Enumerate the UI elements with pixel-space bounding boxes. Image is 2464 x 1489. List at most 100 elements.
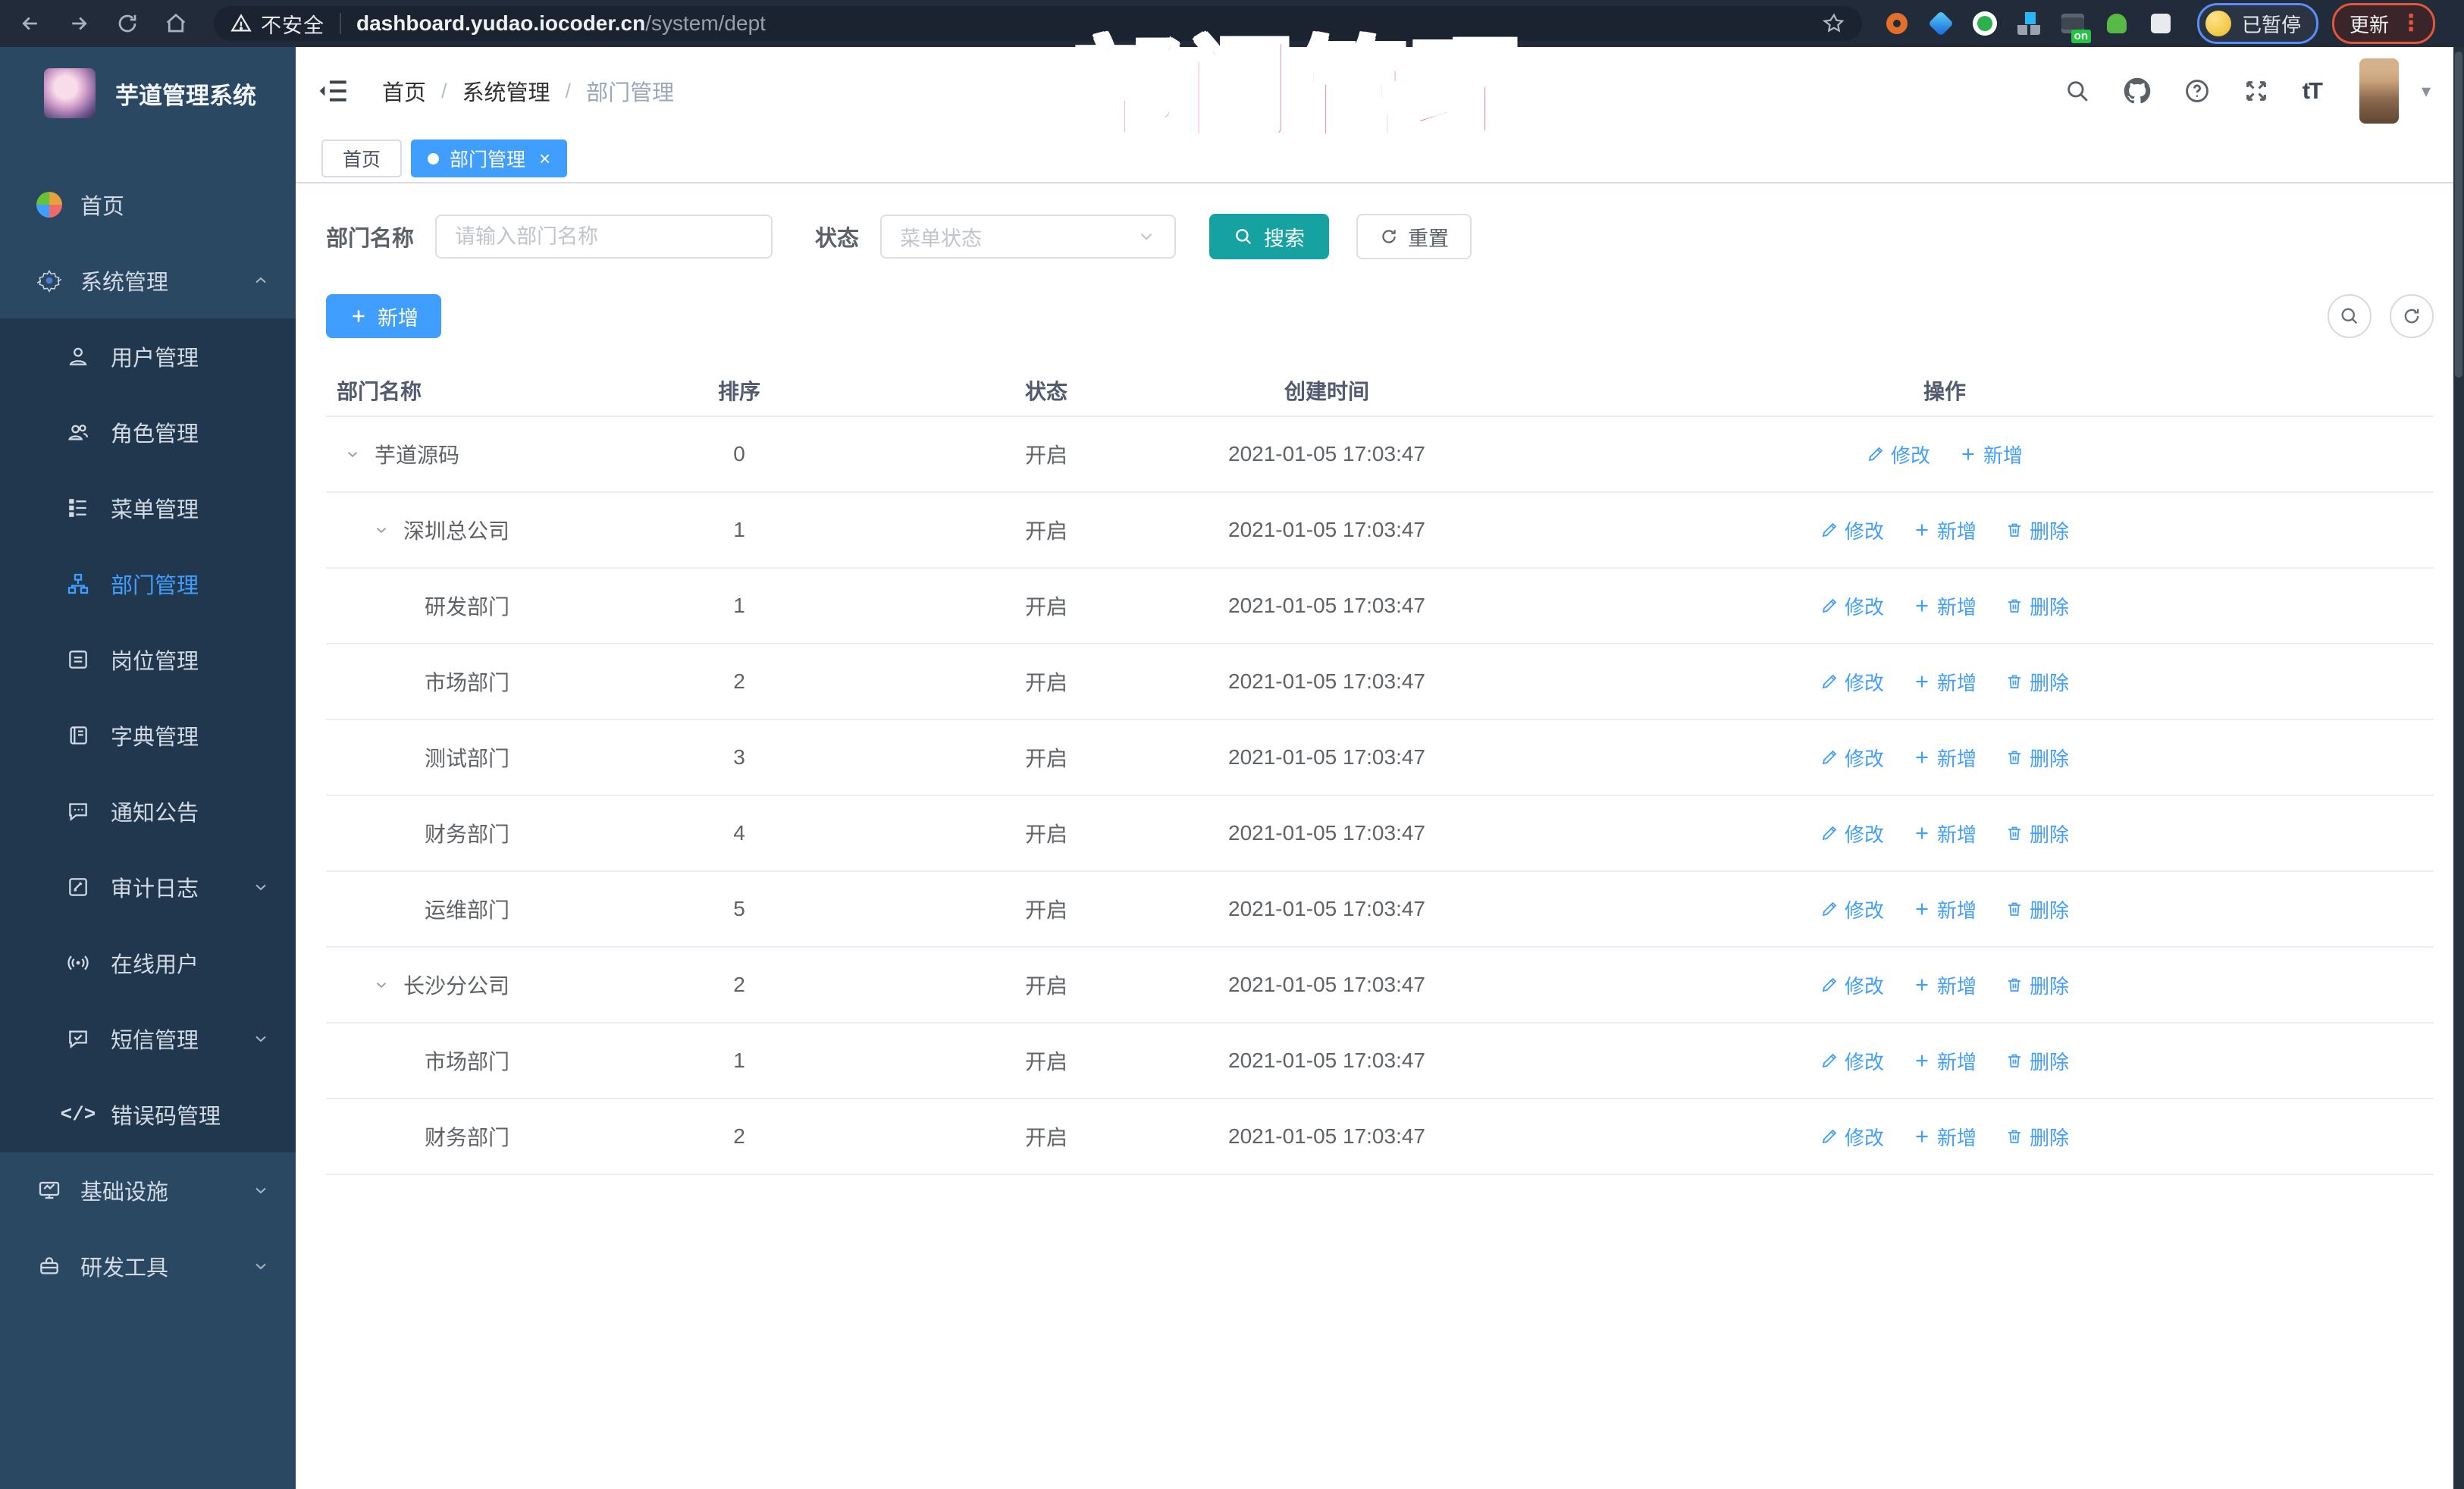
extension-switch-icon[interactable]: on [2059, 10, 2091, 43]
sidebar-item-11[interactable]: 短信管理 [0, 1001, 296, 1077]
op-delete-link[interactable]: 删除 [2005, 1047, 2069, 1075]
breadcrumb-system[interactable]: 系统管理 [462, 75, 550, 107]
fullscreen-icon[interactable] [2243, 78, 2269, 104]
op-modify-link[interactable]: 修改 [1867, 440, 1930, 469]
toggle-search-button[interactable] [2328, 294, 2372, 338]
address-bar[interactable]: 不安全 dashboard.yudao.iocoder.cn/system/de… [214, 6, 1862, 41]
op-delete-link[interactable]: 删除 [2005, 744, 2069, 772]
op-modify-link[interactable]: 修改 [1820, 668, 1884, 696]
op-delete-link[interactable]: 删除 [2005, 668, 2069, 696]
col-create-time: 创建时间 [1284, 380, 1369, 403]
reload-icon[interactable] [109, 5, 146, 42]
sidebar-item-7[interactable]: 字典管理 [0, 697, 296, 773]
user-avatar[interactable] [2359, 58, 2399, 124]
op-modify-link[interactable]: 修改 [1820, 820, 1884, 848]
tab-dept-management[interactable]: 部门管理 × [411, 139, 568, 177]
sidebar-item-0[interactable]: 首页 [0, 167, 296, 243]
sidebar-item-6[interactable]: 岗位管理 [0, 622, 296, 697]
op-modify-link[interactable]: 修改 [1820, 895, 1884, 923]
collapse-sidebar-icon[interactable] [318, 78, 349, 104]
op-delete-link[interactable]: 删除 [2005, 895, 2069, 923]
sidebar-item-13[interactable]: 基础设施 [0, 1152, 296, 1228]
op-add-link[interactable]: 新增 [1913, 971, 1977, 999]
cell-actions: 修改 新增 删除 [1456, 971, 2434, 999]
op-modify-link[interactable]: 修改 [1820, 592, 1884, 620]
extension-orange-icon[interactable] [1883, 10, 1911, 37]
page-scrollbar[interactable] [2453, 47, 2464, 1489]
monitor-icon [32, 1178, 67, 1202]
sidebar-item-8[interactable]: 通知公告 [0, 773, 296, 849]
forward-icon[interactable] [61, 5, 97, 42]
sidebar-item-3[interactable]: 角色管理 [0, 394, 296, 470]
security-warning-icon[interactable] [230, 13, 252, 34]
extension-gem-icon[interactable] [1927, 10, 1955, 37]
security-label[interactable]: 不安全 [261, 9, 324, 39]
breadcrumb-home[interactable]: 首页 [382, 75, 426, 107]
search-button[interactable]: 搜索 [1209, 214, 1330, 259]
op-delete-link[interactable]: 删除 [2005, 1123, 2069, 1151]
sidebar-item-1[interactable]: 系统管理 [0, 243, 296, 318]
op-delete-link[interactable]: 删除 [2005, 516, 2069, 544]
op-add-link[interactable]: 新增 [1913, 820, 1977, 848]
sidebar-item-10[interactable]: 在线用户 [0, 925, 296, 1001]
expand-chevron-icon[interactable] [344, 446, 361, 462]
table-row: 深圳总公司 1 开启 2021-01-05 17:03:47 修改 新增 删除 [326, 493, 2434, 569]
op-add-link[interactable]: 新增 [1913, 1047, 1977, 1075]
close-tab-icon[interactable]: × [539, 149, 550, 168]
sidebar-item-12[interactable]: </> 错误码管理 [0, 1077, 296, 1152]
add-button[interactable]: 新增 [326, 294, 441, 338]
table-row: 市场部门 1 开启 2021-01-05 17:03:47 修改 新增 删除 [326, 1023, 2434, 1099]
url-text[interactable]: dashboard.yudao.iocoder.cn/system/dept [356, 11, 1814, 36]
expand-chevron-icon[interactable] [373, 976, 390, 993]
op-delete-link[interactable]: 删除 [2005, 592, 2069, 620]
op-add-link[interactable]: 新增 [1913, 516, 1977, 544]
reset-button[interactable]: 重置 [1356, 214, 1472, 259]
op-add-link[interactable]: 新增 [1913, 744, 1977, 772]
refresh-button[interactable] [2390, 294, 2434, 338]
add-icon [1913, 976, 1931, 994]
op-add-link[interactable]: 新增 [1913, 668, 1977, 696]
table-row: 市场部门 2 开启 2021-01-05 17:03:47 修改 新增 删除 [326, 644, 2434, 720]
extension-green-icon[interactable] [1971, 10, 1998, 37]
tab-home[interactable]: 首页 [321, 139, 403, 177]
extension-grid-icon[interactable] [2015, 10, 2042, 37]
op-modify-link[interactable]: 修改 [1820, 971, 1884, 999]
op-delete-link[interactable]: 删除 [2005, 820, 2069, 848]
app-logo-row[interactable]: 芋道管理系统 [0, 47, 296, 139]
scrollbar-thumb[interactable] [2455, 52, 2462, 378]
browser-profile-chip[interactable]: 已暂停 [2197, 3, 2319, 44]
op-modify-link[interactable]: 修改 [1820, 1123, 1884, 1151]
sidebar-item-5[interactable]: 部门管理 [0, 546, 296, 622]
op-modify-link[interactable]: 修改 [1820, 744, 1884, 772]
dept-name-input[interactable] [435, 215, 773, 259]
op-delete-link[interactable]: 删除 [2005, 971, 2069, 999]
sidebar-item-2[interactable]: 用户管理 [0, 318, 296, 394]
help-icon[interactable] [2184, 78, 2210, 104]
sidebar-item-4[interactable]: 菜单管理 [0, 470, 296, 546]
op-modify-link[interactable]: 修改 [1820, 516, 1884, 544]
extensions-puzzle-icon[interactable] [2147, 10, 2174, 37]
chevron-down-icon [252, 1181, 270, 1199]
chevron-down-icon[interactable]: ▾ [2422, 80, 2431, 102]
search-icon[interactable] [2064, 78, 2090, 104]
github-icon[interactable] [2124, 77, 2151, 105]
org-tree-icon [61, 572, 96, 596]
op-modify-link[interactable]: 修改 [1820, 1047, 1884, 1075]
back-icon[interactable] [12, 5, 49, 42]
expand-chevron-icon[interactable] [373, 522, 390, 538]
browser-update-button[interactable]: 更新 ⋮ [2332, 3, 2436, 44]
kebab-menu-icon[interactable]: ⋮ [2400, 12, 2422, 35]
bookmark-star-icon[interactable] [1823, 12, 1845, 35]
op-add-link[interactable]: 新增 [1913, 895, 1977, 923]
op-add-link[interactable]: 新增 [1913, 1123, 1977, 1151]
home-icon[interactable] [158, 5, 194, 42]
font-size-icon[interactable]: tT [2303, 77, 2323, 105]
status-select[interactable]: 菜单状态 [880, 215, 1177, 259]
op-add-link[interactable]: 新增 [1959, 440, 2023, 469]
sidebar-item-14[interactable]: 研发工具 [0, 1228, 296, 1304]
extension-key-icon[interactable] [2103, 10, 2130, 37]
cell-create-time: 2021-01-05 17:03:47 [1228, 973, 1425, 996]
op-add-link[interactable]: 新增 [1913, 592, 1977, 620]
sidebar-item-9[interactable]: 审计日志 [0, 849, 296, 925]
cell-dept-name: 财务部门 [425, 1126, 510, 1149]
